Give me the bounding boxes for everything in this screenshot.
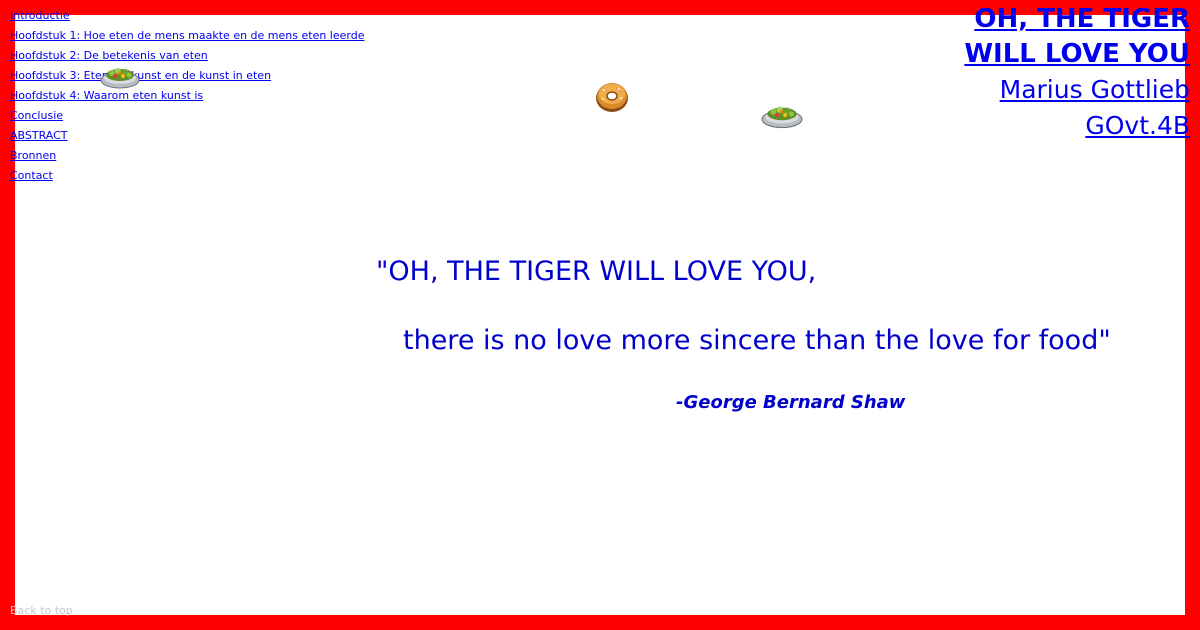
nav-link-bronnen[interactable]: Bronnen [10,147,364,167]
site-title-line-1[interactable]: OH, THE TIGER [964,2,1190,37]
red-frame-bottom [0,615,1200,630]
nav-link-contact[interactable]: Contact [10,167,364,187]
site-title-line-2[interactable]: WILL LOVE YOU [964,37,1190,72]
back-to-top-link[interactable]: Back to top [10,604,73,617]
nav-link-abstract[interactable]: ABSTRACT [10,127,364,147]
nav-link-hoofdstuk-1[interactable]: Hoofdstuk 1: Hoe eten de mens maakte en … [10,27,364,47]
bagel-icon [596,83,628,112]
class-code[interactable]: GOvt.4B [964,108,1190,144]
chapter-nav: Introductie Hoofdstuk 1: Hoe eten de men… [10,7,364,187]
nav-link-introductie[interactable]: Introductie [10,7,364,27]
quote-attribution: -George Bernard Shaw [676,392,906,413]
author-name[interactable]: Marius Gottlieb [964,72,1190,108]
nav-link-hoofdstuk-3[interactable]: Hoofdstuk 3: Eten als kunst en de kunst … [10,67,364,87]
nav-link-hoofdstuk-2[interactable]: Hoofdstuk 2: De betekenis van eten [10,47,364,67]
quote-line-2: there is no love more sincere than the l… [403,325,1111,356]
nav-link-hoofdstuk-4[interactable]: Hoofdstuk 4: Waarom eten kunst is [10,87,364,107]
site-header: OH, THE TIGER WILL LOVE YOU Marius Gottl… [964,2,1190,144]
salad-icon [761,106,803,129]
salad-icon [100,68,140,89]
nav-link-conclusie[interactable]: Conclusie [10,107,364,127]
quote-line-1: "OH, THE TIGER WILL LOVE YOU, [376,256,817,287]
